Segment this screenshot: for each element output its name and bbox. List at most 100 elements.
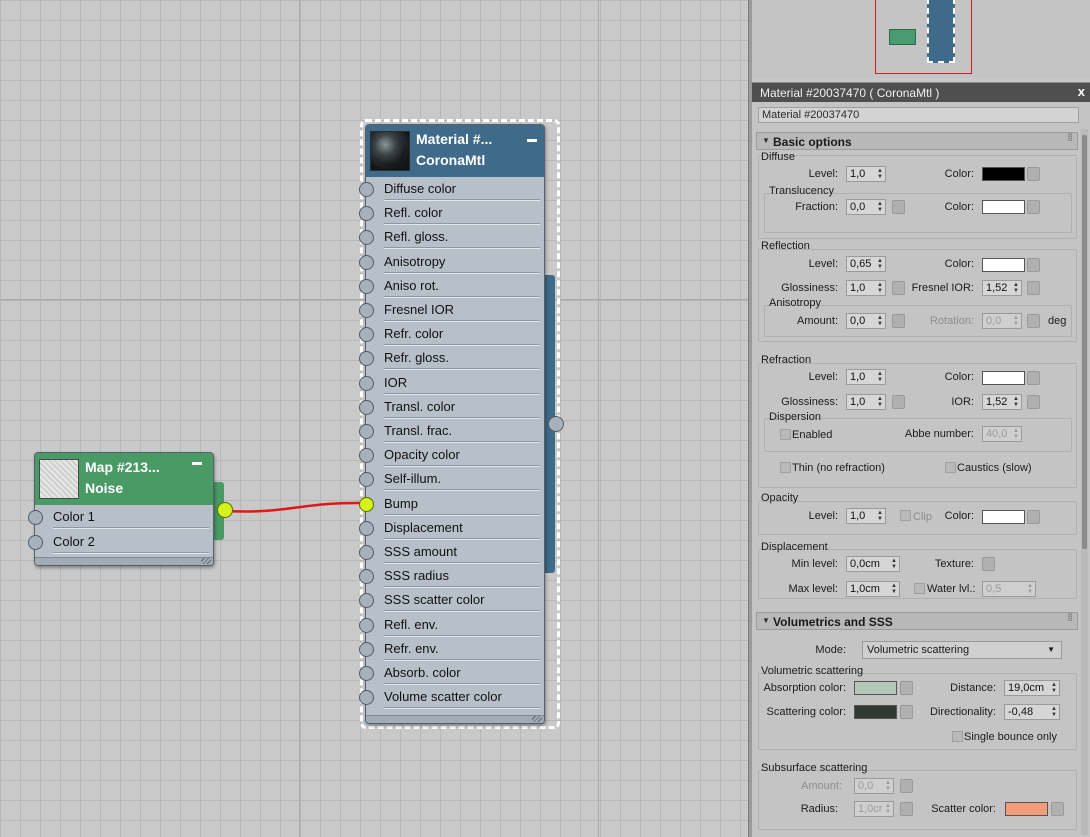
displacement-texture-button[interactable] [982,557,995,571]
slot-bump[interactable]: Bump [359,492,540,516]
water-level-checkbox[interactable] [914,583,925,594]
slot-self-illum[interactable]: Self-illum. [359,467,540,492]
drag-handle-icon[interactable]: ⁞⁞ [1067,133,1073,144]
scattering-color-swatch[interactable] [854,705,897,719]
fresnel-ior-spinner[interactable]: 1,52 ▲ ▼ [982,280,1022,296]
sss-amount-map-button[interactable] [900,779,913,793]
material-name-field[interactable]: Material #20037470 [758,107,1079,123]
input-socket[interactable] [359,448,374,464]
scatter-color-map-button[interactable] [1051,802,1064,816]
minimize-icon[interactable] [527,139,537,142]
opacity-clip-checkbox[interactable] [900,510,911,521]
anisotropy-rotation-map-button[interactable] [1027,314,1040,328]
input-socket[interactable] [359,375,374,391]
resize-grip-icon[interactable] [532,716,542,722]
anisotropy-amount-spinner[interactable]: 0,0 ▲ ▼ [846,313,886,329]
scatter-color-swatch[interactable] [1005,802,1048,816]
rollout-basic-options[interactable]: ▼ Basic options ⁞⁞ [756,132,1078,150]
slot-absorb-color[interactable]: Absorb. color [359,661,540,685]
slot-transl-frac[interactable]: Transl. frac. [359,419,540,443]
displacement-min-spinner[interactable]: 0,0cm ▲ ▼ [846,556,900,572]
refraction-level-spinner[interactable]: 1,0 ▲ ▼ [846,369,886,385]
slot-fresnel-ior[interactable]: Fresnel IOR [359,298,540,322]
translucency-color-swatch[interactable] [982,200,1025,214]
sss-radius-spinner[interactable]: 1,0cr ▲ ▼ [854,801,894,817]
input-socket[interactable] [359,278,374,294]
material-node-output-socket[interactable] [548,416,564,432]
ior-map-button[interactable] [1027,395,1040,409]
slot-opacity-color[interactable]: Opacity color [359,443,540,468]
slot-refr-gloss[interactable]: Refr. gloss. [359,346,540,371]
water-level-spinner[interactable]: 0,5 ▲ ▼ [982,581,1036,597]
opacity-map-button[interactable] [1027,510,1040,524]
fresnel-ior-map-button[interactable] [1027,281,1040,295]
input-socket[interactable] [28,534,43,550]
translucency-fraction-map-button[interactable] [892,200,905,214]
displacement-max-spinner[interactable]: 1,0cm ▲ ▼ [846,581,900,597]
slot-refl-color[interactable]: Refl. color [359,201,540,226]
translucency-fraction-spinner[interactable]: 0,0 ▲ ▼ [846,199,886,215]
slot-volume-scatter-color[interactable]: Volume scatter color [359,685,540,710]
thin-checkbox[interactable] [780,462,791,473]
slot-anisotropy[interactable]: Anisotropy [359,250,540,274]
slot-ior[interactable]: IOR [359,371,540,395]
slot-displacement[interactable]: Displacement [359,516,540,540]
input-socket[interactable] [359,472,374,488]
input-socket[interactable] [359,520,374,536]
input-socket[interactable] [359,569,374,585]
slot-sss-amount[interactable]: SSS amount [359,540,540,564]
diffuse-map-button[interactable] [1027,167,1040,181]
directionality-spinner[interactable]: -0,48 ▲ ▼ [1004,704,1060,720]
close-icon[interactable]: x [1078,84,1085,99]
refraction-map-button[interactable] [1027,371,1040,385]
reflection-color-swatch[interactable] [982,258,1025,272]
drag-handle-icon[interactable]: ⁞⁞ [1067,613,1073,624]
rollout-volumetrics-sss[interactable]: ▼ Volumetrics and SSS ⁞⁞ [756,612,1078,630]
abbe-number-spinner[interactable]: 40,0 ▲ ▼ [982,426,1022,442]
opacity-level-spinner[interactable]: 1,0 ▲ ▼ [846,508,886,524]
input-socket[interactable] [359,666,374,681]
input-socket[interactable] [359,690,374,706]
input-socket[interactable] [359,206,374,222]
slot-refl-env[interactable]: Refl. env. [359,613,540,637]
sss-amount-spinner[interactable]: 0,0 ▲ ▼ [854,778,894,794]
input-socket[interactable] [359,545,374,560]
caustics-checkbox[interactable] [945,462,956,473]
refraction-glossiness-map-button[interactable] [892,395,905,409]
refraction-glossiness-spinner[interactable]: 1,0 ▲ ▼ [846,394,886,410]
panel-titlebar[interactable]: Material #20037470 ( CoronaMtl ) x [752,83,1090,102]
slot-sss-scatter-color[interactable]: SSS scatter color [359,588,540,613]
input-socket[interactable] [28,510,43,525]
ior-spinner[interactable]: 1,52 ▲ ▼ [982,394,1022,410]
input-socket[interactable] [359,303,374,318]
slot-refl-gloss[interactable]: Refl. gloss. [359,225,540,250]
map-node-header[interactable]: Map #213... Noise [35,453,213,505]
slot-refr-env[interactable]: Refr. env. [359,637,540,661]
reflection-level-spinner[interactable]: 0,65 ▲ ▼ [846,256,886,272]
minimize-icon[interactable] [192,462,202,465]
reflection-glossiness-spinner[interactable]: 1,0 ▲ ▼ [846,280,886,296]
slot-refr-color[interactable]: Refr. color [359,322,540,347]
diffuse-level-spinner[interactable]: 1,0 ▲ ▼ [846,166,886,182]
input-socket[interactable] [359,424,374,439]
refraction-color-swatch[interactable] [982,371,1025,385]
distance-spinner[interactable]: 19,0cm ▲ ▼ [1004,680,1060,696]
translucency-map-button[interactable] [1027,200,1040,214]
input-socket[interactable] [359,230,374,246]
slot-sss-radius[interactable]: SSS radius [359,564,540,589]
anisotropy-rotation-spinner[interactable]: 0,0 ▲ ▼ [982,313,1022,329]
material-node-header[interactable]: Material #... CoronaMtl [366,125,544,177]
map-node-output-socket[interactable] [217,502,233,518]
slot-transl-color[interactable]: Transl. color [359,395,540,419]
corona-material-node[interactable]: Material #... CoronaMtl Diffuse color Ref… [359,124,545,724]
vol-mode-dropdown[interactable]: Volumetric scattering ▼ [862,641,1062,659]
resize-grip-icon[interactable] [201,558,211,564]
dispersion-enabled-checkbox[interactable] [780,429,791,440]
reflection-map-button[interactable] [1027,258,1040,272]
diffuse-color-swatch[interactable] [982,167,1025,181]
panel-scrollbar[interactable] [1081,129,1088,835]
navigator-preview[interactable] [752,0,1090,78]
absorption-map-button[interactable] [900,681,913,695]
slot-diffuse-color[interactable]: Diffuse color [359,177,540,201]
slot-aniso-rot[interactable]: Aniso rot. [359,274,540,298]
